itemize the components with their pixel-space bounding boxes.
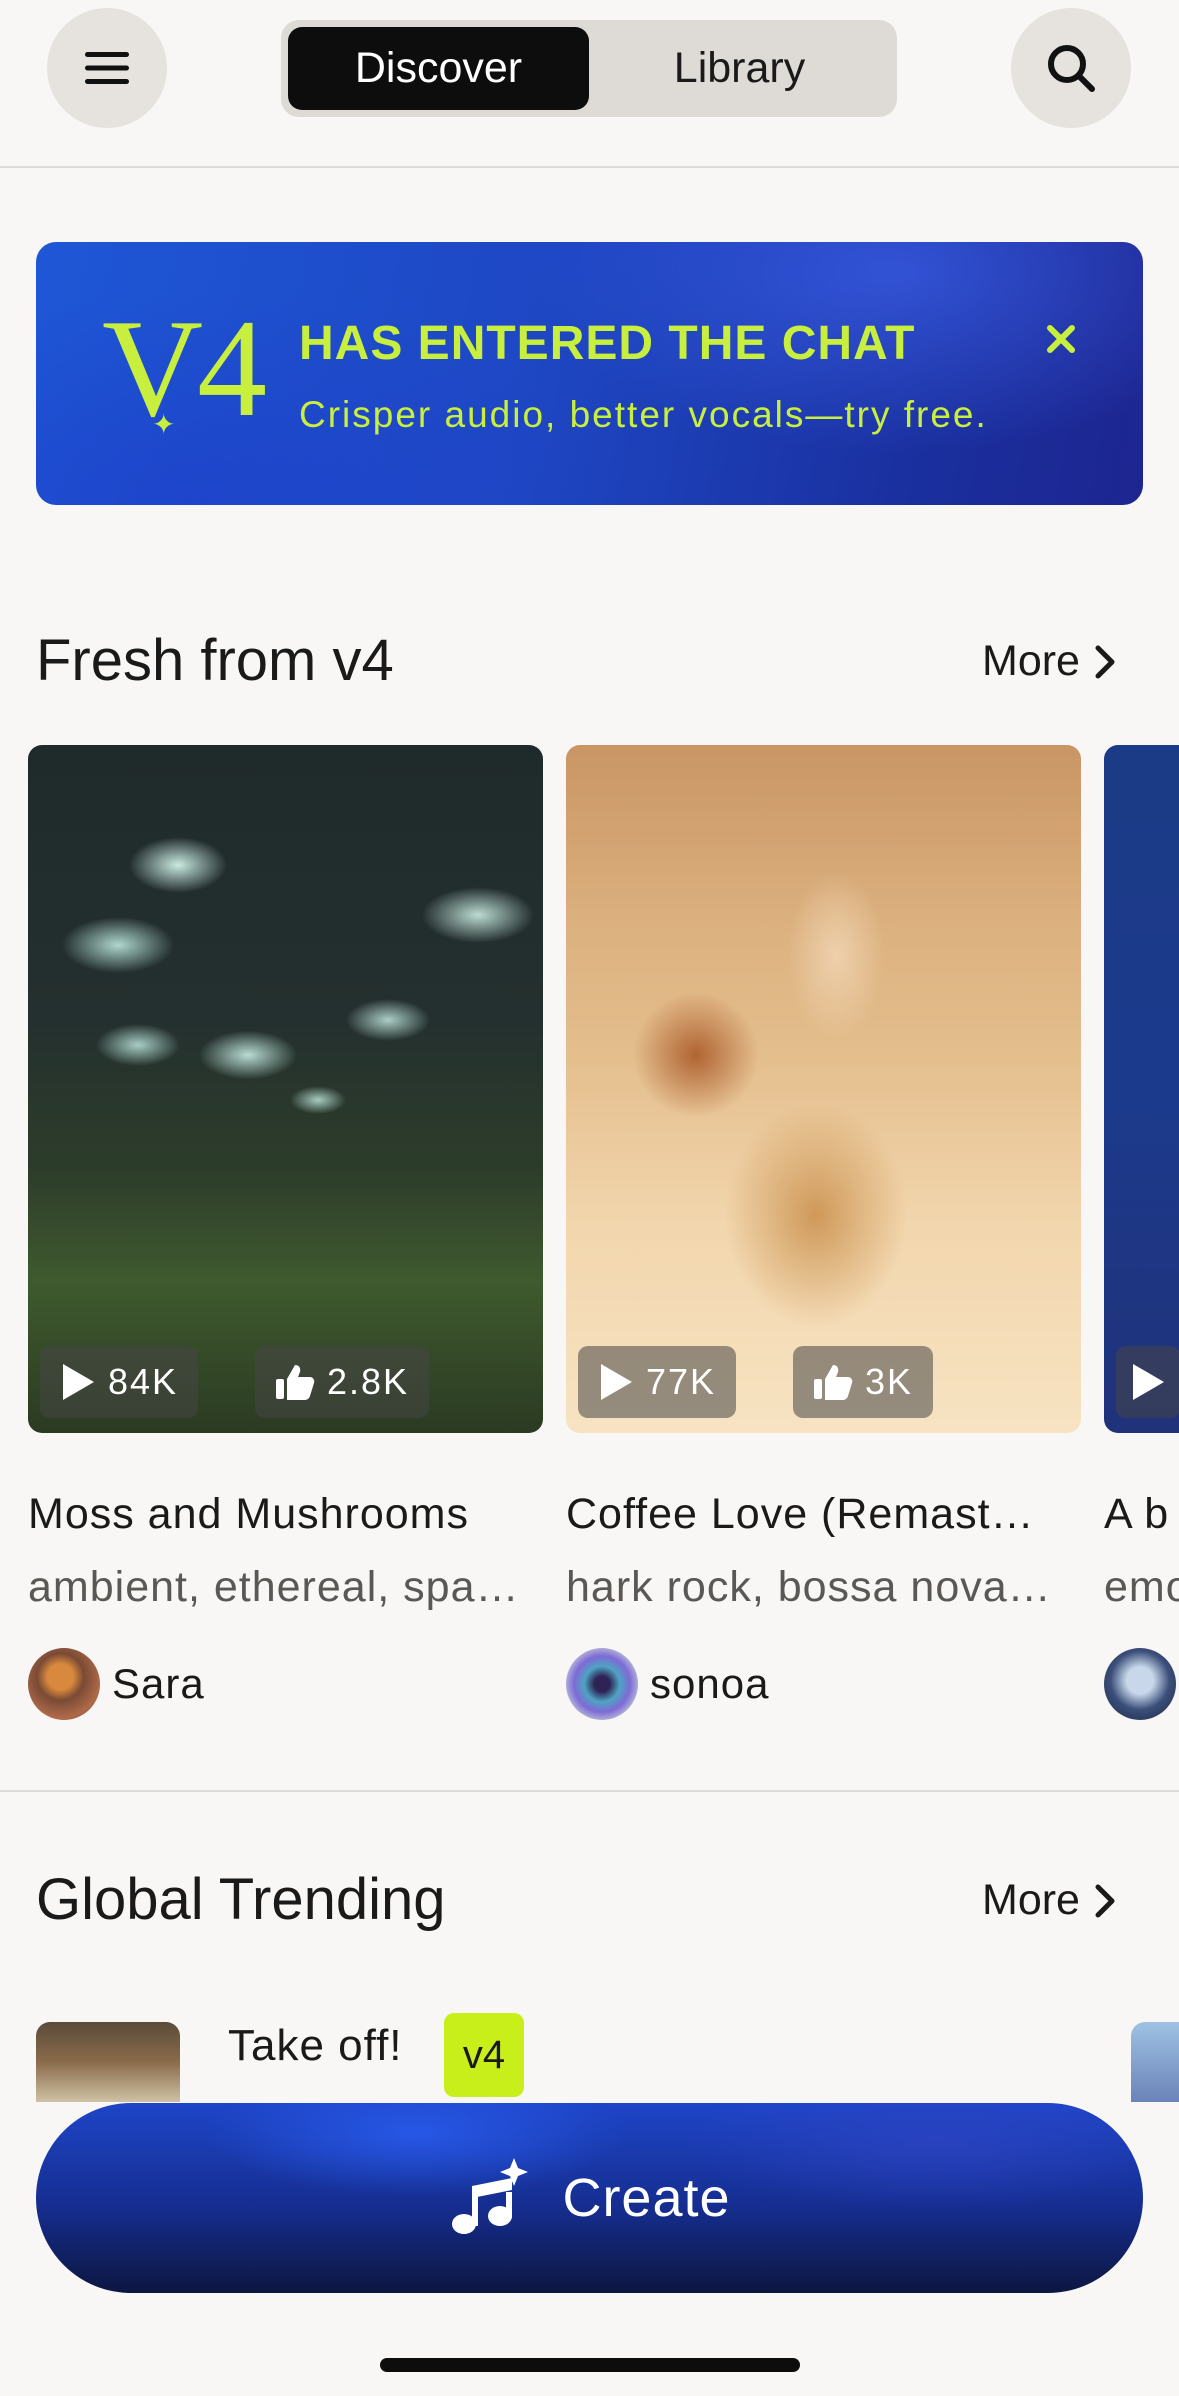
tab-library[interactable]: Library (589, 27, 890, 110)
cover-art[interactable]: 84K 2.8K (28, 745, 543, 1433)
trending-cover-art[interactable] (1131, 2022, 1179, 2102)
play-count (1116, 1346, 1179, 1418)
more-label: More (982, 1876, 1080, 1924)
trending-more-link[interactable]: More (982, 1876, 1116, 1925)
song-author[interactable]: sonoa (566, 1648, 769, 1720)
song-card[interactable]: 77K 3K Coffee Love (Remast… hark rock, b… (566, 745, 1081, 1720)
create-button[interactable]: Create (36, 2103, 1143, 2293)
v4-promo-banner[interactable]: V4 ✦ HAS ENTERED THE CHAT Crisper audio,… (36, 242, 1143, 505)
song-tags: hark rock, bossa nova… (566, 1563, 1052, 1611)
more-label: More (982, 637, 1080, 685)
song-author[interactable] (1104, 1648, 1176, 1720)
trending-song-title[interactable]: Take off! (228, 2021, 403, 2071)
song-tags: emo (1104, 1563, 1179, 1611)
version-badge: v4 (444, 2013, 524, 2097)
thumbs-up-icon (814, 1365, 853, 1400)
cover-art[interactable]: 77K 3K (566, 745, 1081, 1433)
song-card[interactable]: A b emo (1104, 745, 1179, 1745)
top-bar: Discover Library (0, 0, 1179, 168)
search-button[interactable] (1011, 8, 1131, 128)
section-title-trending: Global Trending (36, 1867, 446, 1932)
avatar (1104, 1648, 1176, 1720)
play-icon (1133, 1364, 1164, 1400)
trending-cover-art[interactable] (36, 2022, 180, 2102)
song-card[interactable]: 84K 2.8K Moss and Mushrooms ambient, eth… (28, 745, 543, 1720)
chevron-right-icon (1095, 1884, 1115, 1917)
chevron-right-icon (1095, 645, 1115, 678)
tab-discover[interactable]: Discover (288, 27, 589, 110)
avatar (566, 1648, 638, 1720)
play-icon (63, 1364, 94, 1400)
close-icon (1047, 325, 1075, 353)
song-title[interactable]: Moss and Mushrooms (28, 1490, 543, 1539)
play-count: 77K (578, 1346, 737, 1418)
thumbs-up-icon (276, 1365, 315, 1400)
banner-close-button[interactable] (1036, 314, 1086, 364)
avatar (28, 1648, 100, 1720)
hamburger-menu-icon (85, 52, 129, 84)
view-switcher: Discover Library (281, 20, 897, 117)
fresh-more-link[interactable]: More (982, 637, 1116, 686)
song-title[interactable]: Coffee Love (Remast… (566, 1490, 1081, 1539)
song-title[interactable]: A b (1104, 1490, 1179, 1539)
banner-subtitle: Crisper audio, better vocals—try free. (299, 394, 988, 435)
search-icon (1048, 45, 1095, 92)
section-divider (0, 1790, 1179, 1792)
cover-art[interactable] (1104, 745, 1179, 1433)
home-indicator (380, 2358, 800, 2372)
section-title-fresh: Fresh from v4 (36, 628, 394, 693)
play-icon (601, 1364, 632, 1400)
author-name: sonoa (650, 1660, 770, 1707)
v4-logo: V4 ✦ (102, 291, 267, 446)
music-sparkle-icon (452, 2158, 529, 2234)
create-label: Create (562, 2168, 731, 2228)
like-count: 3K (793, 1346, 934, 1418)
menu-button[interactable] (47, 8, 167, 128)
like-count: 2.8K (255, 1346, 430, 1418)
banner-title: HAS ENTERED THE CHAT (299, 317, 916, 370)
author-name: Sara (112, 1660, 205, 1707)
sparkle-icon: ✦ (152, 410, 176, 441)
song-author[interactable]: Sara (28, 1648, 205, 1720)
play-count: 84K (40, 1346, 199, 1418)
song-tags: ambient, ethereal, spa… (28, 1563, 520, 1611)
